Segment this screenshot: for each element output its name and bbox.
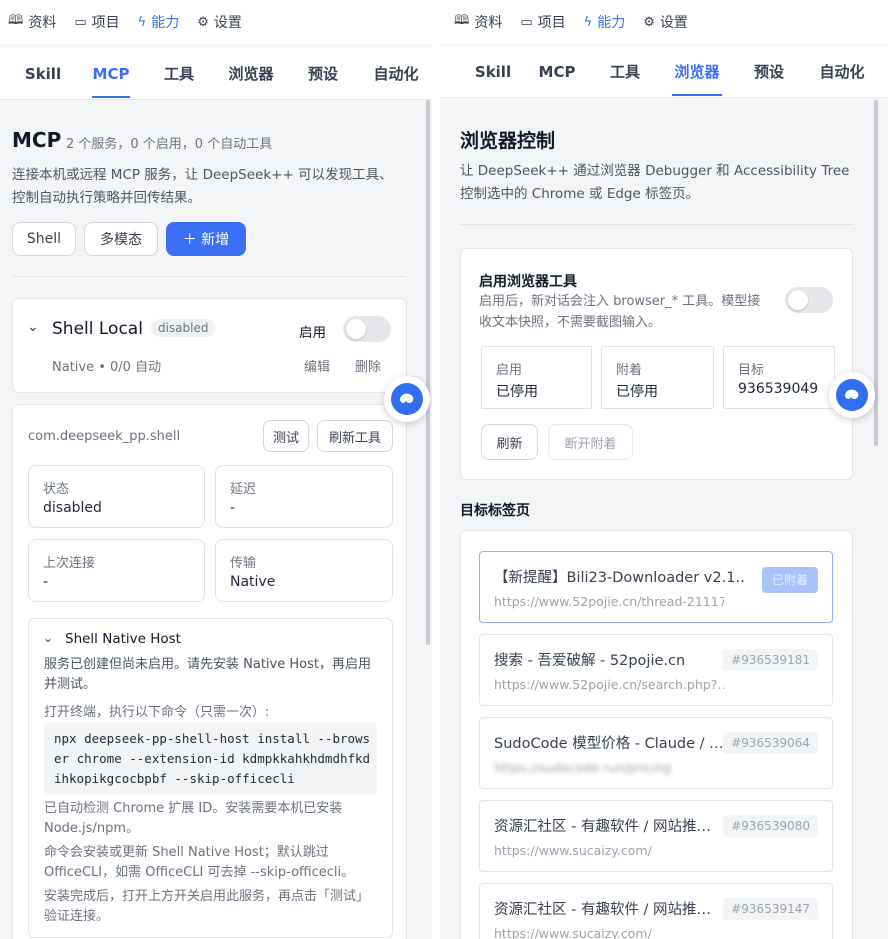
- nav-item-settings[interactable]: ⚙ 设置: [197, 12, 242, 32]
- page-title: MCP: [12, 128, 62, 152]
- assistant-logo-icon: [836, 379, 868, 411]
- native-host-panel: ⌄ Shell Native Host 服务已创建但尚未启用。请先安装 Nati…: [28, 618, 393, 938]
- server-card: ⌄ Shell Local disabled 启用 Native • 0/0 自…: [12, 298, 407, 393]
- nav-item-capabilities[interactable]: ϟ 能力: [584, 12, 626, 32]
- mcp-summary: 2 个服务，0 个启用，0 个自动工具: [66, 137, 273, 152]
- nav-item-library[interactable]: 🕮 资料: [454, 11, 502, 33]
- latency-cell: 延迟 -: [215, 465, 393, 528]
- enable-browser-title: 启用浏览器工具: [479, 274, 577, 290]
- attached-badge: 已附着: [762, 567, 818, 593]
- assistant-fab[interactable]: [829, 372, 875, 418]
- server-name: Shell Local: [52, 319, 143, 339]
- top-nav: 🕮 资料 ▭ 项目 ϟ 能力 ⚙ 设置: [0, 0, 432, 44]
- nav-item-capabilities[interactable]: ϟ 能力: [138, 12, 180, 32]
- transport-cell: 传输 Native: [215, 539, 393, 602]
- refresh-button[interactable]: 刷新: [481, 424, 538, 460]
- server-id: com.deepseek_pp.shell: [28, 429, 181, 444]
- enabled-cell: 启用 已停用: [481, 346, 592, 409]
- tab-tools[interactable]: 工具: [160, 48, 198, 100]
- tab-automation[interactable]: 自动化: [816, 46, 868, 98]
- tab-item[interactable]: 资源汇社区 - 有趣软件 / 网站推… https://www.sucaizy.…: [479, 800, 833, 872]
- shell-preset-button[interactable]: Shell: [12, 222, 76, 256]
- tab-browser[interactable]: 浏览器: [672, 46, 722, 98]
- finish-note: 安装完成后，打开上方开关启用此服务，再点击「测试」 验证连接。: [44, 889, 370, 924]
- tab-id-badge: #936539181: [723, 649, 818, 671]
- chevron-down-icon[interactable]: ⌄: [43, 631, 53, 645]
- target-cell: 目标 936539049: [723, 346, 835, 409]
- install-note: 命令会安装或更新 Shell Native Host；默认跳过 OfficeCL…: [44, 845, 355, 880]
- assistant-fab[interactable]: [384, 376, 430, 422]
- browser-description: 让 DeepSeek++ 通过浏览器 Debugger 和 Accessibil…: [460, 163, 850, 202]
- enable-label: 启用: [299, 325, 326, 341]
- tab-id-badge: #936539064: [723, 732, 818, 754]
- detect-note: 已自动检测 Chrome 扩展 ID。安装需要本机已安装 Node.js/npm…: [44, 801, 343, 836]
- divider: [12, 276, 406, 277]
- tab-skill[interactable]: Skill: [470, 46, 516, 98]
- pane-divider: [432, 0, 440, 939]
- tab-presets[interactable]: 预设: [306, 48, 340, 100]
- attached-cell: 附着 已停用: [601, 346, 714, 409]
- browser-enable-toggle[interactable]: [785, 287, 833, 313]
- target-tabs-title: 目标标签页: [460, 503, 530, 519]
- tab-item[interactable]: 【新提醒】Bili23-Downloader v2.1… https://www…: [479, 551, 833, 623]
- nav-item-projects[interactable]: ▭ 项目: [520, 12, 565, 32]
- tab-mcp[interactable]: MCP: [538, 46, 576, 98]
- book-icon: 🕮: [454, 13, 470, 28]
- server-enable-toggle[interactable]: [343, 316, 391, 342]
- book-icon: 🕮: [8, 13, 24, 28]
- nav-item-projects[interactable]: ▭ 项目: [74, 12, 119, 32]
- bolt-icon: ϟ: [583, 14, 593, 30]
- native-host-title: Shell Native Host: [65, 631, 181, 647]
- server-meta: Native • 0/0 自动: [52, 360, 162, 375]
- nav-item-library[interactable]: 🕮 资料: [8, 11, 56, 33]
- enable-browser-desc: 启用后，新对话会注入 browser_* 工具。模型接 收文本快照，不需要截图输…: [479, 294, 761, 330]
- browser-tools-card: 启用浏览器工具 启用后，新对话会注入 browser_* 工具。模型接 收文本快…: [460, 248, 853, 480]
- folder-icon: ▭: [520, 14, 533, 30]
- scrollbar[interactable]: [426, 100, 430, 645]
- page-title: 浏览器控制: [460, 130, 556, 152]
- folder-icon: ▭: [74, 14, 87, 30]
- multimodal-preset-button[interactable]: 多模态: [84, 222, 158, 256]
- native-host-note: 服务已创建但尚未启用。请先安装 Native Host，再启用 并测试。: [44, 657, 371, 692]
- gear-icon: ⚙: [197, 14, 209, 30]
- nav-item-settings[interactable]: ⚙ 设置: [643, 12, 688, 32]
- delete-button[interactable]: 删除: [355, 356, 381, 375]
- add-server-button[interactable]: ＋ 新增: [166, 222, 246, 256]
- bolt-icon: ϟ: [137, 14, 147, 30]
- server-detail-card: com.deepseek_pp.shell 测试 刷新工具 状态 disable…: [12, 404, 407, 939]
- last-connect-cell: 上次连接 -: [28, 539, 205, 602]
- detach-button[interactable]: 断开附着: [548, 424, 633, 460]
- tab-presets[interactable]: 预设: [752, 46, 786, 98]
- tab-id-badge: #936539147: [723, 898, 818, 920]
- sub-tabs: Skill MCP 工具 浏览器 预设 自动化: [0, 48, 432, 100]
- status-cell: 状态 disabled: [28, 465, 205, 528]
- gear-icon: ⚙: [643, 14, 655, 30]
- tab-skill[interactable]: Skill: [20, 48, 66, 100]
- test-button[interactable]: 测试: [263, 420, 309, 452]
- edit-button[interactable]: 编辑: [304, 356, 330, 375]
- tab-automation[interactable]: 自动化: [370, 48, 422, 100]
- mcp-pane: 🕮 资料 ▭ 项目 ϟ 能力 ⚙ 设置 Skill MCP 工具 浏览器 预设 自动化 …: [0, 0, 432, 939]
- tab-item[interactable]: 资源汇社区 - 有趣软件 / 网站推… https://www.sucaizy.…: [479, 883, 833, 939]
- sub-tabs: Skill MCP 工具 浏览器 预设 自动化: [440, 46, 888, 98]
- tab-browser[interactable]: 浏览器: [226, 48, 276, 100]
- chevron-down-icon[interactable]: ⌄: [27, 319, 39, 335]
- mcp-description: 连接本机或远程 MCP 服务，让 DeepSeek++ 可以发现工具、 控制自动…: [12, 167, 393, 206]
- tab-id-badge: #936539080: [723, 815, 818, 837]
- divider: [460, 224, 854, 225]
- tab-item[interactable]: 搜索 - 吾爱破解 - 52pojie.cn https://www.52poj…: [479, 634, 833, 706]
- status-badge: disabled: [151, 319, 216, 337]
- native-host-instruction: 打开终端，执行以下命令（只需一次）:: [44, 705, 270, 720]
- assistant-logo-icon: [391, 383, 423, 415]
- tab-mcp[interactable]: MCP: [92, 48, 130, 100]
- top-nav: 🕮 资料 ▭ 项目 ϟ 能力 ⚙ 设置: [440, 0, 888, 44]
- tab-tools[interactable]: 工具: [606, 46, 644, 98]
- browser-pane: 🕮 资料 ▭ 项目 ϟ 能力 ⚙ 设置 Skill MCP 工具 浏览器 预设 自动化 …: [440, 0, 888, 939]
- tab-item[interactable]: SudoCode 模型价格 - Claude / … https://sudoc…: [479, 717, 833, 789]
- install-command[interactable]: npx deepseek-pp-shell-host install --bro…: [44, 723, 377, 795]
- refresh-tools-button[interactable]: 刷新工具: [317, 420, 393, 452]
